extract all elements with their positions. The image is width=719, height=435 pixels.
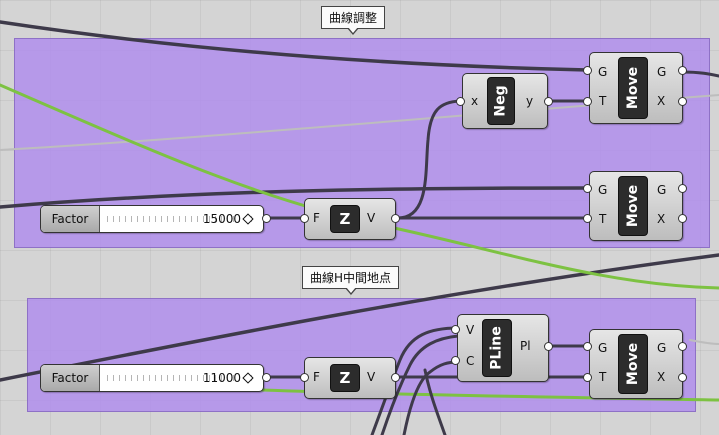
input-port[interactable]: [451, 325, 460, 334]
wire-background-dark-top: [0, 20, 590, 72]
input-port[interactable]: [300, 214, 309, 223]
slider-value: 15000: [202, 212, 241, 226]
polyline-component[interactable]: V C PLine Pl: [457, 314, 549, 382]
move-core[interactable]: Move: [618, 57, 648, 119]
group-title-curve-adjust[interactable]: 曲線調整: [321, 6, 386, 35]
input-port[interactable]: [456, 97, 465, 106]
input-port[interactable]: [451, 356, 460, 365]
output-port[interactable]: [678, 97, 687, 106]
core-label: Z: [339, 369, 351, 387]
wire-from-pline-down: [423, 368, 447, 435]
output-param-transform[interactable]: X: [657, 370, 665, 384]
input-param-closed[interactable]: C: [466, 354, 474, 368]
polyline-core[interactable]: PLine: [482, 319, 512, 377]
wire-background-dark-right: [680, 70, 719, 78]
input-port[interactable]: [583, 97, 592, 106]
group-title-text: 曲線調整: [329, 11, 378, 25]
output-param-geometry[interactable]: G: [657, 65, 666, 79]
core-label: PLine: [489, 326, 506, 370]
input-param-vertices[interactable]: V: [466, 323, 474, 337]
output-port[interactable]: [544, 342, 553, 351]
output-port[interactable]: [544, 97, 553, 106]
input-port[interactable]: [583, 373, 592, 382]
group-title-curve-midpoint[interactable]: 曲線H中間地点: [302, 266, 400, 295]
output-param-vector[interactable]: V: [367, 211, 375, 225]
output-port[interactable]: [678, 373, 687, 382]
input-param-motion[interactable]: T: [599, 370, 606, 384]
core-label: Move: [625, 66, 642, 110]
input-port[interactable]: [583, 66, 592, 75]
input-param-x[interactable]: x: [471, 94, 478, 108]
unit-z-component-bottom[interactable]: F Z V: [304, 357, 396, 399]
input-param-geometry[interactable]: G: [598, 341, 607, 355]
input-port[interactable]: [583, 342, 592, 351]
input-param-motion[interactable]: T: [599, 94, 606, 108]
move-core[interactable]: Move: [618, 176, 648, 236]
move-component-1[interactable]: G T Move G X: [589, 52, 683, 124]
input-param-factor[interactable]: F: [313, 370, 320, 384]
slider-value: 11000: [202, 371, 241, 385]
input-port[interactable]: [583, 184, 592, 193]
input-port[interactable]: [583, 214, 592, 223]
output-param-transform[interactable]: X: [657, 212, 665, 226]
output-param-transform[interactable]: X: [657, 94, 665, 108]
unit-z-component-top[interactable]: F Z V: [304, 198, 396, 240]
output-param-geometry[interactable]: G: [657, 183, 666, 197]
unit-z-core[interactable]: Z: [330, 364, 360, 392]
slider-label: Factor: [41, 206, 100, 232]
output-param-y[interactable]: y: [526, 94, 533, 108]
output-port[interactable]: [678, 184, 687, 193]
wire-background-light-2: [689, 339, 719, 345]
core-label: Z: [339, 210, 351, 228]
input-param-geometry[interactable]: G: [598, 183, 607, 197]
input-param-motion[interactable]: T: [599, 212, 606, 226]
factor-slider-top[interactable]: Factor 15000: [40, 205, 264, 233]
slider-label: Factor: [41, 365, 100, 391]
output-param-geometry[interactable]: G: [657, 341, 666, 355]
core-label: Move: [625, 184, 642, 228]
input-port[interactable]: [300, 373, 309, 382]
output-param-vector[interactable]: V: [367, 370, 375, 384]
unit-z-core[interactable]: Z: [330, 205, 360, 233]
move-component-2[interactable]: G T Move G X: [589, 171, 683, 241]
input-param-factor[interactable]: F: [313, 211, 320, 225]
core-label: Neg: [493, 85, 510, 117]
output-port[interactable]: [391, 373, 400, 382]
output-port[interactable]: [391, 214, 400, 223]
slider-output-port[interactable]: [262, 373, 271, 382]
factor-slider-bottom[interactable]: Factor 11000: [40, 364, 264, 392]
output-port[interactable]: [678, 342, 687, 351]
slider-output-port[interactable]: [262, 214, 271, 223]
negative-component[interactable]: x Neg y: [462, 73, 548, 129]
negative-core[interactable]: Neg: [487, 77, 515, 125]
input-param-geometry[interactable]: G: [598, 65, 607, 79]
move-component-3[interactable]: G T Move G X: [589, 329, 683, 399]
output-port[interactable]: [678, 66, 687, 75]
move-core[interactable]: Move: [618, 334, 648, 394]
output-param-polyline[interactable]: Pl: [520, 339, 531, 353]
group-title-text: 曲線H中間地点: [310, 271, 392, 285]
core-label: Move: [625, 342, 642, 386]
output-port[interactable]: [678, 214, 687, 223]
